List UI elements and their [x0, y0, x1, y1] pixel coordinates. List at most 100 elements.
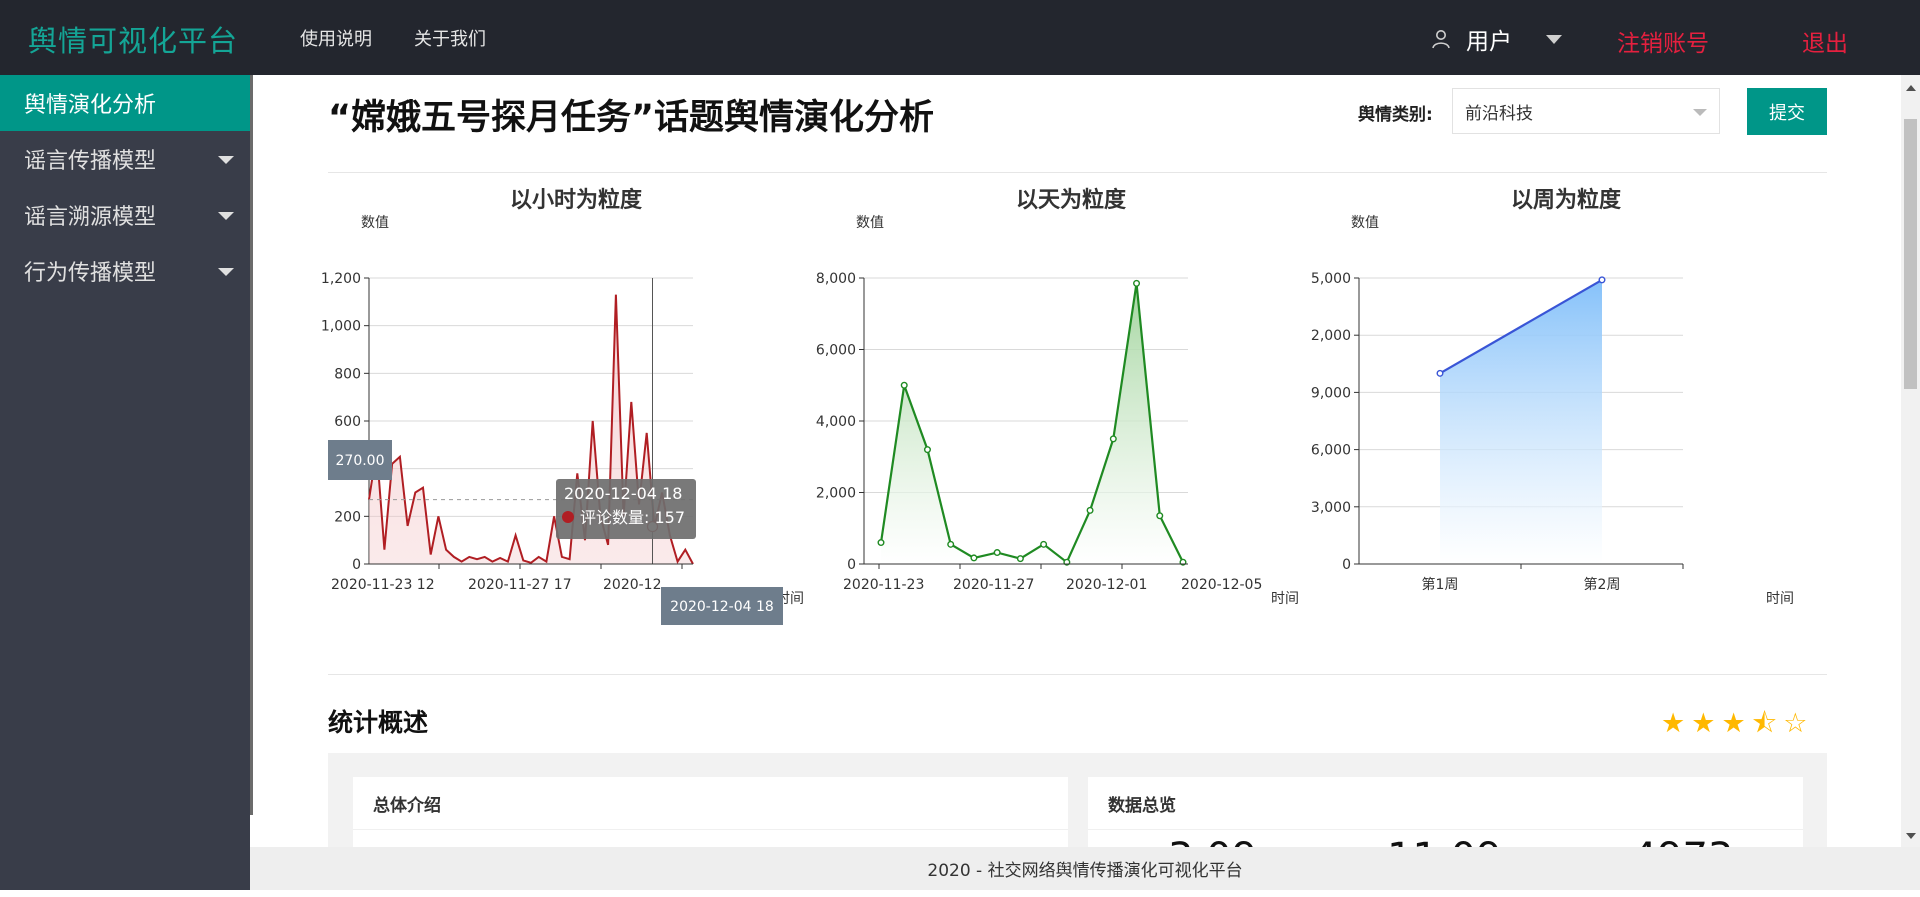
- chart-title: 以天为粒度: [1016, 187, 1127, 212]
- user-name: 用户: [1466, 29, 1512, 55]
- nav-about-us[interactable]: 关于我们: [414, 25, 486, 51]
- scroll-up-icon[interactable]: [1906, 85, 1916, 91]
- data-point: [1040, 540, 1048, 548]
- quit-link[interactable]: 退出: [1802, 24, 1848, 58]
- y-tick-label: 4,000: [816, 414, 856, 430]
- x-ticks: 2020-11-23 12 2020-11-27 17 2020-12: [331, 563, 693, 593]
- chart-hourly[interactable]: 以小时为粒度 数值 时间 02004006008001,0001,200 202…: [321, 179, 858, 625]
- scroll-down-icon[interactable]: [1906, 833, 1916, 839]
- category-select[interactable]: 前沿科技: [1452, 88, 1720, 134]
- tooltip: 2020-12-04 18 评论数量: 157: [556, 479, 696, 539]
- y-axis-label: 数值: [361, 215, 389, 231]
- y-axis-label: 数值: [1351, 215, 1379, 231]
- star-full-icon[interactable]: ★: [1661, 710, 1685, 737]
- chevron-down-icon[interactable]: [1546, 34, 1562, 44]
- brand-logo[interactable]: 舆情可视化平台: [28, 18, 238, 60]
- scrollbar[interactable]: [1901, 75, 1920, 847]
- user-menu[interactable]: 用户: [1430, 22, 1562, 56]
- data-point: [970, 554, 978, 562]
- category-label: 舆情类别:: [1358, 105, 1433, 125]
- mark-line-label: 270.00: [328, 440, 392, 480]
- y-tick-label: 0: [1342, 557, 1351, 573]
- top-nav: 使用说明 关于我们: [300, 25, 486, 51]
- y-ticks: 02004006008001,0001,200: [321, 271, 369, 573]
- x-pointer-label: 2020-12-04 18: [661, 587, 783, 625]
- sidebar-item-rumor-source[interactable]: 谣言溯源模型: [0, 187, 250, 243]
- data-point: [947, 540, 955, 548]
- data-point: [877, 539, 885, 547]
- x-ticks: 第1周 第2周: [1359, 563, 1684, 593]
- top-bar: 舆情可视化平台 使用说明 关于我们 用户 注销账号 退出: [0, 0, 1920, 75]
- y-tick-label: 6,000: [816, 343, 856, 359]
- x-tick-label: 第2周: [1584, 576, 1621, 593]
- sidebar-item-opinion-evolution[interactable]: 舆情演化分析: [0, 75, 250, 131]
- y-tick-label: 600: [334, 414, 361, 430]
- sidebar-item-label: 舆情演化分析: [24, 93, 157, 118]
- user-icon: [1432, 30, 1450, 49]
- sidebar-item-label: 谣言传播模型: [24, 149, 157, 174]
- data-point: [900, 381, 908, 389]
- y-tick-label: 800: [334, 366, 361, 382]
- y-tick-label: 6,000: [1311, 443, 1351, 459]
- x-tick-label: 第1周: [1422, 576, 1459, 593]
- data-point: [923, 446, 931, 454]
- y-ticks: 0 3,000 6,000 9,000 2,000 5,000: [1311, 271, 1359, 573]
- data-point: [1156, 512, 1164, 520]
- footer-text: 2020 - 社交网络舆情传播演化可视化平台: [927, 861, 1243, 881]
- stats-title: 统计概述: [328, 708, 429, 737]
- area-fill: [881, 283, 1183, 564]
- tooltip-series-dot: [562, 511, 574, 523]
- x-tick-label: 2020-11-27: [953, 577, 1034, 593]
- chart-title: 以小时为粒度: [510, 187, 643, 212]
- star-half-icon[interactable]: ⯪: [1752, 710, 1778, 737]
- chart-daily[interactable]: 以天为粒度 数值 时间 0 2,000 4,000 6,000 8,000 2020-1…: [816, 179, 1353, 607]
- x-axis-label: 时间: [1271, 591, 1299, 607]
- tooltip-time: 2020-12-04 18: [564, 484, 682, 503]
- chart-title: 以周为粒度: [1511, 187, 1622, 212]
- star-full-icon[interactable]: ★: [1691, 710, 1715, 737]
- y-tick-label: 2,000: [1311, 328, 1351, 344]
- chevron-down-icon: [218, 212, 234, 220]
- scroll-thumb[interactable]: [1904, 119, 1917, 389]
- y-ticks: 0 2,000 4,000 6,000 8,000: [816, 271, 864, 573]
- series-daily: [877, 279, 1187, 566]
- y-tick-label: 0: [352, 557, 361, 573]
- nav-usage-guide[interactable]: 使用说明: [300, 25, 372, 51]
- x-tick-label: 2020-11-23 12: [331, 577, 435, 593]
- y-tick-label: 5,000: [1311, 271, 1351, 287]
- svg-text:2020-12-04 18: 2020-12-04 18: [670, 599, 774, 615]
- y-tick-label: 1,000: [321, 319, 361, 335]
- x-ticks: 2020-11-23 2020-11-27 2020-12-01 2020-12-05: [843, 563, 1262, 593]
- chart-weekly[interactable]: 以周为粒度 数值 时间 0 3,000 6,000 9,000 2,000 5,000 第…: [1311, 179, 1848, 607]
- rating-stars[interactable]: ★ ★ ★ ⯪ ☆: [1661, 710, 1807, 737]
- main-content: “嫦娥五号探月任务”话题舆情演化分析 舆情类别: 前沿科技 提交 以小时为粒度 …: [253, 75, 1900, 897]
- sidebar: 舆情演化分析 谣言传播模型 谣言溯源模型 行为传播模型: [0, 75, 250, 890]
- mark-line-value: 270.00: [336, 453, 385, 469]
- star-full-icon[interactable]: ★: [1721, 710, 1745, 737]
- data-point: [1133, 279, 1141, 287]
- y-tick-label: 3,000: [1311, 500, 1351, 516]
- y-tick-label: 8,000: [816, 271, 856, 287]
- sidebar-item-rumor-propagation[interactable]: 谣言传播模型: [0, 131, 250, 187]
- data-point: [993, 549, 1001, 557]
- star-empty-icon[interactable]: ☆: [1783, 710, 1807, 737]
- sidebar-item-behavior-propagation[interactable]: 行为传播模型: [0, 243, 250, 299]
- sidebar-item-label: 行为传播模型: [24, 261, 157, 286]
- y-tick-label: 1,200: [321, 271, 361, 287]
- card-title: 总体介绍: [353, 777, 1068, 830]
- category-selected-value: 前沿科技: [1465, 103, 1533, 124]
- data-point: [1109, 435, 1117, 443]
- data-point: [1086, 506, 1094, 514]
- page-title: “嫦娥五号探月任务”话题舆情演化分析: [328, 98, 935, 138]
- chevron-down-icon: [218, 268, 234, 276]
- data-point: [1436, 369, 1444, 377]
- y-tick-label: 200: [334, 509, 361, 525]
- y-axis-label: 数值: [856, 215, 884, 231]
- logout-account-link[interactable]: 注销账号: [1617, 24, 1709, 58]
- divider: [328, 674, 1827, 675]
- card-title: 数据总览: [1088, 777, 1803, 830]
- submit-button[interactable]: 提交: [1747, 88, 1827, 135]
- series-weekly: [1436, 276, 1606, 564]
- data-point: [1598, 276, 1606, 284]
- x-tick-label: 2020-11-27 17: [468, 577, 572, 593]
